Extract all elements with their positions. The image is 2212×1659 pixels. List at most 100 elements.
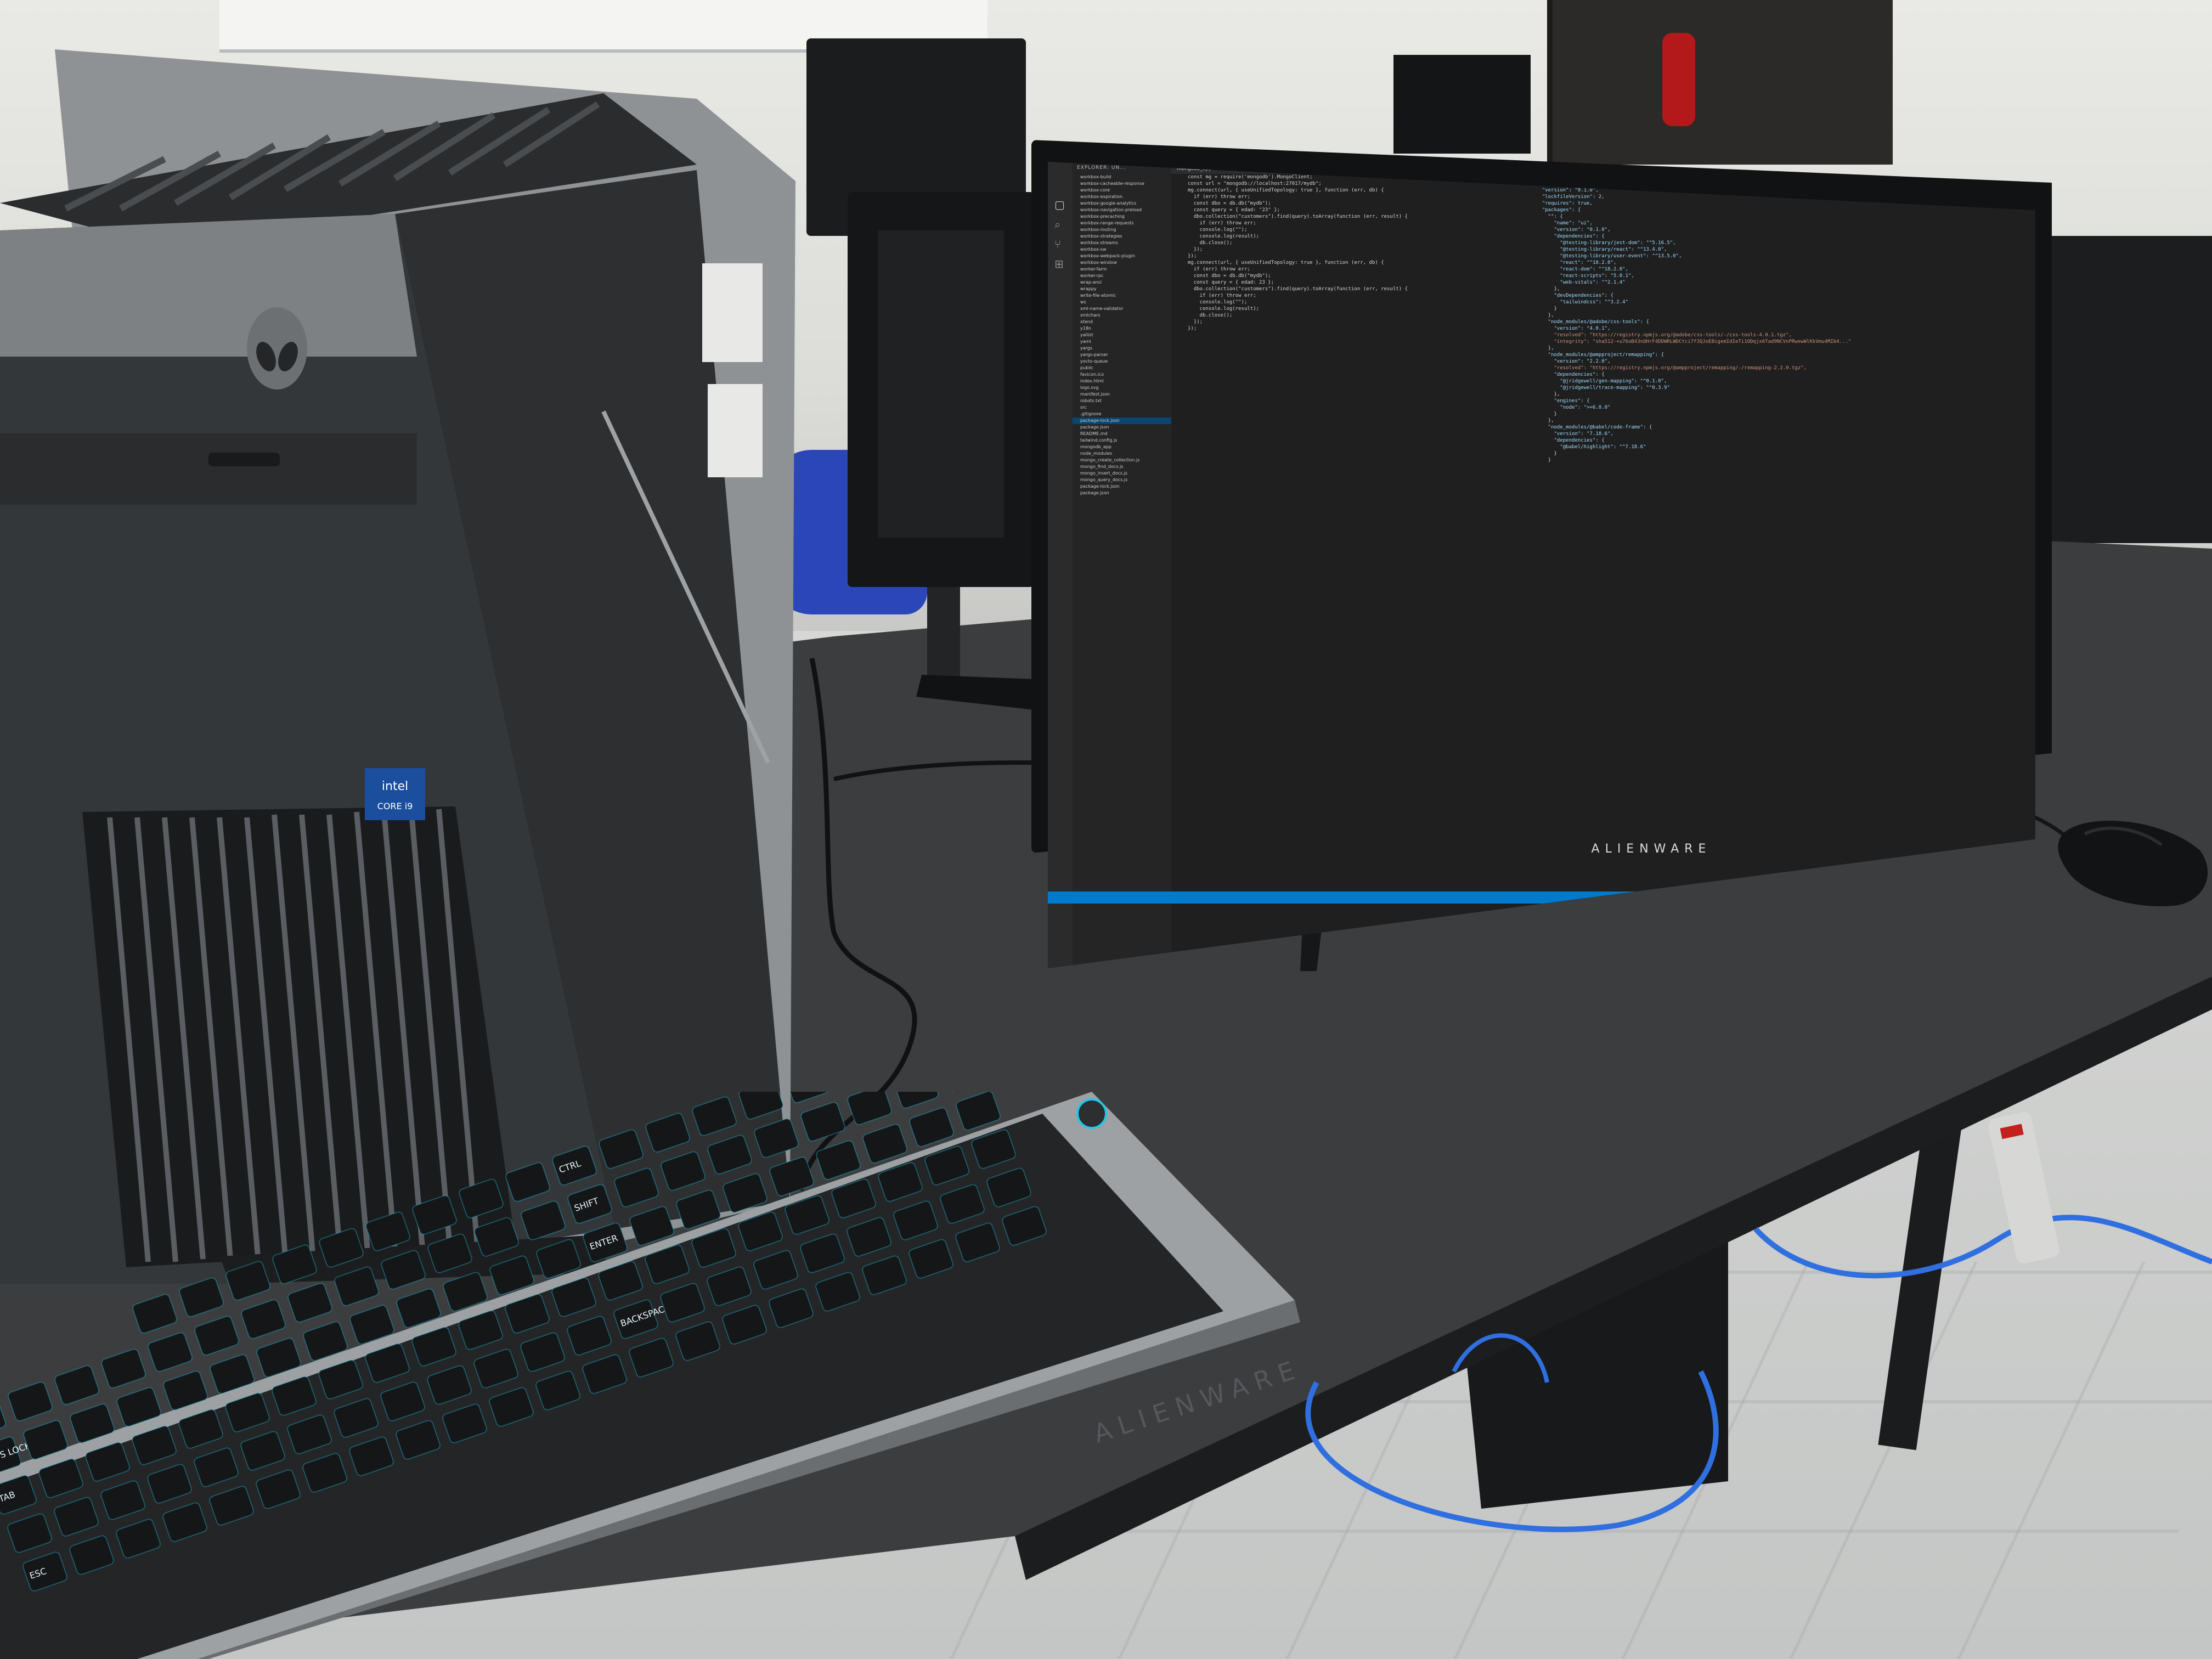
explorer-file-item[interactable]: tailwind.config.js — [1073, 437, 1171, 444]
explorer-file-item[interactable]: .gitignore — [1073, 411, 1171, 417]
explorer-file-item[interactable]: y18n — [1073, 325, 1171, 332]
explorer-file-item[interactable]: ws — [1073, 299, 1171, 306]
file-tree[interactable]: workbox-build workbox-cacheable-response w… — [1073, 174, 1171, 496]
keyboard-key: CTRL — [552, 1146, 597, 1186]
explorer-file-item[interactable]: logo.svg — [1073, 385, 1171, 391]
explorer-file-item[interactable]: mongo_insert_docs.js — [1073, 470, 1171, 477]
keyboard-key — [148, 1332, 193, 1372]
code-line: "version": "4.0.1", — [1536, 326, 1611, 331]
keyboard-key — [521, 1200, 566, 1240]
activity-bar[interactable]: ▢ ⌕ ⑂ ⊞ — [1048, 162, 1073, 968]
ultrawide-monitor: ▢ ⌕ ⑂ ⊞ EXPLORER: UN... workbox-build wor… — [1031, 140, 2052, 968]
intel-badge-model: CORE i9 — [377, 801, 413, 811]
explorer-file-item[interactable]: workbox-range-requests — [1073, 220, 1171, 227]
explorer-file-item[interactable]: mongo_find_docs.js — [1073, 464, 1171, 470]
explorer-file-item[interactable]: yallist — [1073, 332, 1171, 338]
keyboard-key — [645, 1113, 690, 1153]
keyboard-key: SHIFT — [0, 1398, 6, 1438]
explorer-file-item[interactable]: workbox-expiration — [1073, 194, 1171, 200]
code-line: }); — [1188, 326, 1197, 331]
editor-pane-left[interactable]: const mg = require('mongodb').MongoClien… — [1171, 174, 1517, 942]
code-line: }, — [1536, 346, 1554, 351]
explorer-file-item[interactable]: yaml — [1073, 338, 1171, 345]
explorer-file-item[interactable]: workbox-routing — [1073, 227, 1171, 233]
explorer-file-item[interactable]: workbox-build — [1073, 174, 1171, 180]
explorer-file-item[interactable]: workbox-window — [1073, 259, 1171, 266]
keyboard-key — [800, 1102, 845, 1142]
search-icon[interactable]: ⌕ — [1048, 215, 1073, 234]
keyboard-key — [738, 1092, 783, 1120]
intel-badge-brand: intel — [382, 780, 408, 793]
code-line: }, — [1536, 313, 1554, 318]
keyboard-key — [101, 1348, 146, 1389]
editor-pane-right[interactable]: { "name": "ui", "version": "0.1.0", "loc… — [1520, 174, 2030, 942]
code-line: }, — [1536, 286, 1560, 292]
keyboard-key — [412, 1195, 457, 1235]
explorer-file-item[interactable]: wrap-ansi — [1073, 279, 1171, 286]
files-icon[interactable]: ▢ — [1048, 195, 1073, 215]
code-line: if (err) throw err; — [1188, 221, 1256, 226]
code-line: "@testing-library/user-event": "^13.5.0"… — [1536, 253, 1682, 259]
explorer-file-item[interactable]: workbox-strategies — [1073, 233, 1171, 240]
explorer-file-item[interactable]: xmlchars — [1073, 312, 1171, 319]
code-line: "@testing-library/react": "^13.4.0", — [1536, 247, 1667, 252]
keyboard-key — [692, 1096, 737, 1136]
explorer-file-item[interactable]: workbox-precaching — [1073, 213, 1171, 220]
explorer-file-item[interactable]: README.md — [1073, 431, 1171, 437]
explorer-file-item[interactable]: manifest.json — [1073, 391, 1171, 398]
source-control-icon[interactable]: ⑂ — [1048, 234, 1073, 254]
keyboard-key — [785, 1092, 830, 1103]
explorer-file-item[interactable]: public — [1073, 365, 1171, 371]
explorer-file-item[interactable]: workbox-navigation-preload — [1073, 207, 1171, 213]
explorer-file-item[interactable]: yargs-parser — [1073, 352, 1171, 358]
explorer-file-item[interactable]: workbox-sw — [1073, 246, 1171, 253]
keyboard-key — [940, 1092, 986, 1093]
code-line: } — [1536, 451, 1557, 456]
keyboard-key — [427, 1233, 472, 1273]
explorer-file-item[interactable]: package-lock.json — [1073, 483, 1171, 490]
code-line: "node": ">=6.0.0" — [1536, 405, 1611, 410]
explorer-file-item[interactable]: worker-rpc — [1073, 273, 1171, 279]
explorer-file-item[interactable]: workbox-webpack-plugin — [1073, 253, 1171, 259]
explorer-file-item[interactable]: write-file-atomic — [1073, 292, 1171, 299]
explorer-file-item[interactable]: yargs — [1073, 345, 1171, 352]
explorer-file-item[interactable]: package-lock.json — [1073, 417, 1171, 424]
explorer-file-item[interactable]: worker-farm — [1073, 266, 1171, 273]
explorer-file-item[interactable]: mongo_query_docs.js — [1073, 477, 1171, 483]
explorer-file-item[interactable]: node_modules — [1073, 450, 1171, 457]
code-line: console.log(""); — [1188, 227, 1248, 233]
explorer-file-item[interactable]: workbox-cacheable-response — [1073, 180, 1171, 187]
explorer-file-item[interactable]: workbox-core — [1073, 187, 1171, 194]
explorer-file-item[interactable]: package.json — [1073, 490, 1171, 496]
code-line: if (err) throw err; — [1188, 293, 1256, 298]
explorer-file-item[interactable]: mongo_create_collection.js — [1073, 457, 1171, 464]
code-line: "react-dom": "^18.2.0", — [1536, 267, 1628, 272]
explorer-file-item[interactable]: index.html — [1073, 378, 1171, 385]
code-line: console.log(""); — [1188, 300, 1248, 305]
keyboard-key — [754, 1118, 799, 1158]
explorer-file-item[interactable]: yocto-queue — [1073, 358, 1171, 365]
keyboard-key — [319, 1228, 364, 1268]
mouse — [2052, 812, 2212, 922]
keyboard-key — [381, 1250, 426, 1290]
explorer-file-item[interactable]: mongodb_app — [1073, 444, 1171, 450]
explorer-file-item[interactable]: workbox-google-analytics — [1073, 200, 1171, 207]
explorer-file-item[interactable]: favicon.ico — [1073, 371, 1171, 378]
explorer-file-item[interactable]: src — [1073, 404, 1171, 411]
keyboard-key — [599, 1129, 644, 1169]
keyboard-key — [956, 1092, 1001, 1131]
explorer-file-item[interactable]: package.json — [1073, 424, 1171, 431]
keyboard-key — [707, 1135, 752, 1175]
code-line: const query = { edad: "23" }; — [1188, 207, 1280, 213]
keyboard-key — [474, 1217, 519, 1257]
explorer-file-item[interactable]: wrappy — [1073, 286, 1171, 292]
code-line: console.log(result); — [1188, 306, 1260, 312]
explorer-file-item[interactable]: robots.txt — [1073, 398, 1171, 404]
keyboard-key — [894, 1092, 939, 1109]
keyboard-key — [334, 1266, 379, 1306]
extensions-icon[interactable]: ⊞ — [1048, 254, 1073, 274]
code-line: "integrity": "sha512-+u76oB43nOHrF4DDWRL… — [1536, 339, 1852, 345]
explorer-file-item[interactable]: xtend — [1073, 319, 1171, 325]
explorer-file-item[interactable]: xml-name-validator — [1073, 306, 1171, 312]
explorer-file-item[interactable]: workbox-streams — [1073, 240, 1171, 246]
